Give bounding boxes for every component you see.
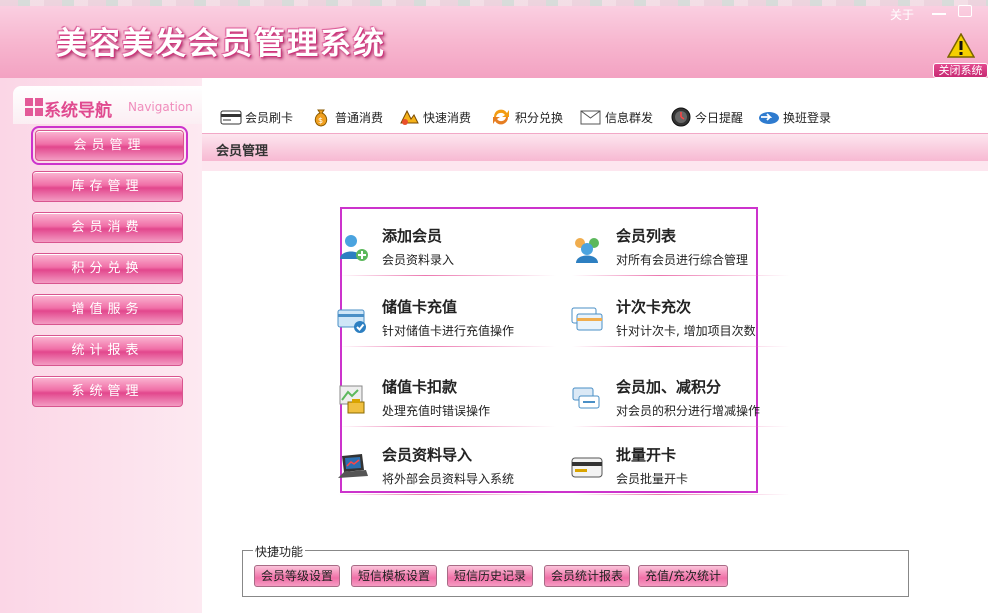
toolbar-label: 今日提醒 bbox=[695, 110, 744, 125]
sidebar-item-member-management[interactable]: 会员管理 bbox=[31, 126, 188, 165]
breadcrumb: 会员管理 bbox=[202, 133, 988, 161]
function-points-adjust[interactable]: 会员加、减积分 对会员的积分进行增减操作 bbox=[572, 362, 806, 428]
maximize-button[interactable] bbox=[958, 5, 972, 17]
divider bbox=[572, 494, 790, 495]
quick-functions-legend: 快捷功能 bbox=[253, 543, 306, 560]
toolbar-today-reminder-button[interactable]: 今日提醒 bbox=[670, 105, 743, 129]
divider bbox=[338, 346, 556, 347]
money-bag-icon: $ bbox=[314, 109, 328, 127]
toolbar-label: 会员刷卡 bbox=[245, 110, 294, 125]
function-title: 计次卡充次 bbox=[616, 298, 692, 316]
warning-icon[interactable] bbox=[947, 33, 975, 59]
points-adjust-icon bbox=[572, 387, 600, 409]
function-title: 会员资料导入 bbox=[382, 446, 473, 464]
app-title: 美容美发会员管理系统 bbox=[56, 26, 386, 62]
sidebar-item-reports[interactable]: 统计报表 bbox=[32, 335, 183, 366]
function-panel: 添加会员 会员资料录入 会员列表 对所有会员进行综合管理 储值卡充值 针对储值卡… bbox=[337, 207, 790, 496]
exchange-arrows-icon bbox=[493, 109, 509, 125]
toolbar-label: 信息群发 bbox=[605, 110, 654, 125]
sidebar-item-inventory[interactable]: 库存管理 bbox=[32, 171, 183, 202]
toolbar-label: 普通消费 bbox=[335, 110, 384, 125]
card-swipe-icon bbox=[220, 110, 242, 125]
toolbar-label: 换班登录 bbox=[783, 110, 832, 125]
function-desc: 针对计次卡, 增加项目次数 bbox=[616, 324, 756, 338]
function-add-member[interactable]: 添加会员 会员资料录入 bbox=[338, 211, 572, 277]
function-card-deduct[interactable]: 储值卡扣款 处理充值时错误操作 bbox=[338, 362, 572, 428]
function-title: 会员列表 bbox=[616, 227, 677, 245]
toolbar-label: 积分兑换 bbox=[515, 110, 564, 125]
function-desc: 会员批量开卡 bbox=[616, 472, 689, 486]
divider bbox=[572, 275, 790, 276]
toolbar-card-swipe-button[interactable]: 会员刷卡 bbox=[220, 105, 293, 129]
function-title: 储值卡扣款 bbox=[382, 378, 458, 396]
main-panel: 添加会员 会员资料录入 会员列表 对所有会员进行综合管理 储值卡充值 针对储值卡… bbox=[202, 161, 988, 613]
function-title: 储值卡充值 bbox=[382, 298, 458, 316]
toolbar-label: 快速消费 bbox=[423, 110, 472, 125]
function-batch-card[interactable]: 批量开卡 会员批量开卡 bbox=[571, 430, 806, 496]
sidebar-item-consumption[interactable]: 会员消费 bbox=[32, 212, 183, 243]
sms-template-settings-button[interactable]: 短信模板设置 bbox=[351, 565, 438, 587]
clock-icon bbox=[671, 107, 691, 127]
minimize-button[interactable] bbox=[932, 5, 946, 15]
sidebar-title: 系统导航 bbox=[44, 101, 112, 121]
function-desc: 针对储值卡进行充值操作 bbox=[382, 324, 515, 338]
sidebar-header: 系统导航 Navigation bbox=[13, 86, 202, 124]
member-list-icon bbox=[575, 238, 599, 263]
sidebar-title-en: Navigation bbox=[128, 100, 193, 114]
toolbar-quick-consume-button[interactable]: 快速消费 bbox=[398, 105, 471, 129]
close-system-button[interactable]: 关闭系统 bbox=[933, 63, 988, 78]
quick-functions: 快捷功能 会员等级设置 短信模板设置 短信历史记录 会员统计报表 充值/充次统计 bbox=[242, 543, 909, 597]
svg-text:$: $ bbox=[318, 116, 323, 125]
sidebar: 系统导航 Navigation 会员管理 库存管理 会员消费 积分兑换 增值服务… bbox=[0, 78, 202, 613]
card-deduct-icon bbox=[339, 385, 365, 414]
member-level-settings-button[interactable]: 会员等级设置 bbox=[254, 565, 341, 587]
sidebar-item-value-added[interactable]: 增值服务 bbox=[32, 294, 183, 325]
grid-icon bbox=[25, 98, 43, 116]
function-desc: 会员资料录入 bbox=[382, 253, 455, 267]
sms-history-button[interactable]: 短信历史记录 bbox=[447, 565, 534, 587]
function-title: 批量开卡 bbox=[616, 446, 677, 464]
function-card-recharge[interactable]: 储值卡充值 针对储值卡进行充值操作 bbox=[337, 282, 572, 348]
function-count-card-recharge[interactable]: 计次卡充次 针对计次卡, 增加项目次数 bbox=[571, 282, 806, 348]
function-member-list[interactable]: 会员列表 对所有会员进行综合管理 bbox=[572, 211, 806, 277]
card-recharge-icon bbox=[337, 309, 366, 333]
add-member-icon bbox=[340, 235, 368, 261]
divider bbox=[338, 426, 556, 427]
divider bbox=[572, 346, 790, 347]
divider bbox=[338, 275, 556, 276]
divider bbox=[338, 494, 556, 495]
page-title: 会员管理 bbox=[216, 144, 269, 159]
laptop-import-icon bbox=[338, 454, 368, 478]
quick-pay-icon bbox=[400, 109, 419, 125]
function-title: 添加会员 bbox=[382, 227, 443, 245]
toolbar: 会员刷卡 $ 普通消费 快速消费 积分兑换 信息群发 今日提醒 换班登录 bbox=[202, 100, 988, 132]
toolbar-normal-consume-button[interactable]: $ 普通消费 bbox=[310, 105, 383, 129]
function-title: 会员加、减积分 bbox=[616, 378, 722, 396]
batch-card-icon bbox=[571, 457, 603, 478]
sidebar-item-system[interactable]: 系统管理 bbox=[32, 376, 183, 407]
function-desc: 对所有会员进行综合管理 bbox=[616, 253, 749, 267]
member-stats-report-button[interactable]: 会员统计报表 bbox=[544, 565, 631, 587]
function-desc: 将外部会员资料导入系统 bbox=[382, 472, 515, 486]
function-member-import[interactable]: 会员资料导入 将外部会员资料导入系统 bbox=[338, 430, 572, 496]
envelope-icon bbox=[580, 110, 601, 125]
function-desc: 处理充值时错误操作 bbox=[382, 404, 491, 418]
toolbar-mass-message-button[interactable]: 信息群发 bbox=[580, 105, 653, 129]
toolbar-points-exchange-button[interactable]: 积分兑换 bbox=[490, 105, 563, 129]
shift-login-icon bbox=[759, 112, 779, 124]
toolbar-shift-login-button[interactable]: 换班登录 bbox=[758, 105, 831, 129]
count-card-icon bbox=[571, 307, 603, 331]
sidebar-item-points-exchange[interactable]: 积分兑换 bbox=[32, 253, 183, 284]
divider bbox=[572, 426, 790, 427]
function-desc: 对会员的积分进行增减操作 bbox=[616, 404, 761, 418]
app-header: 美容美发会员管理系统 关于 关闭系统 bbox=[0, 0, 988, 78]
about-link[interactable]: 关于 bbox=[890, 6, 914, 23]
recharge-stats-button[interactable]: 充值/充次统计 bbox=[638, 565, 729, 587]
